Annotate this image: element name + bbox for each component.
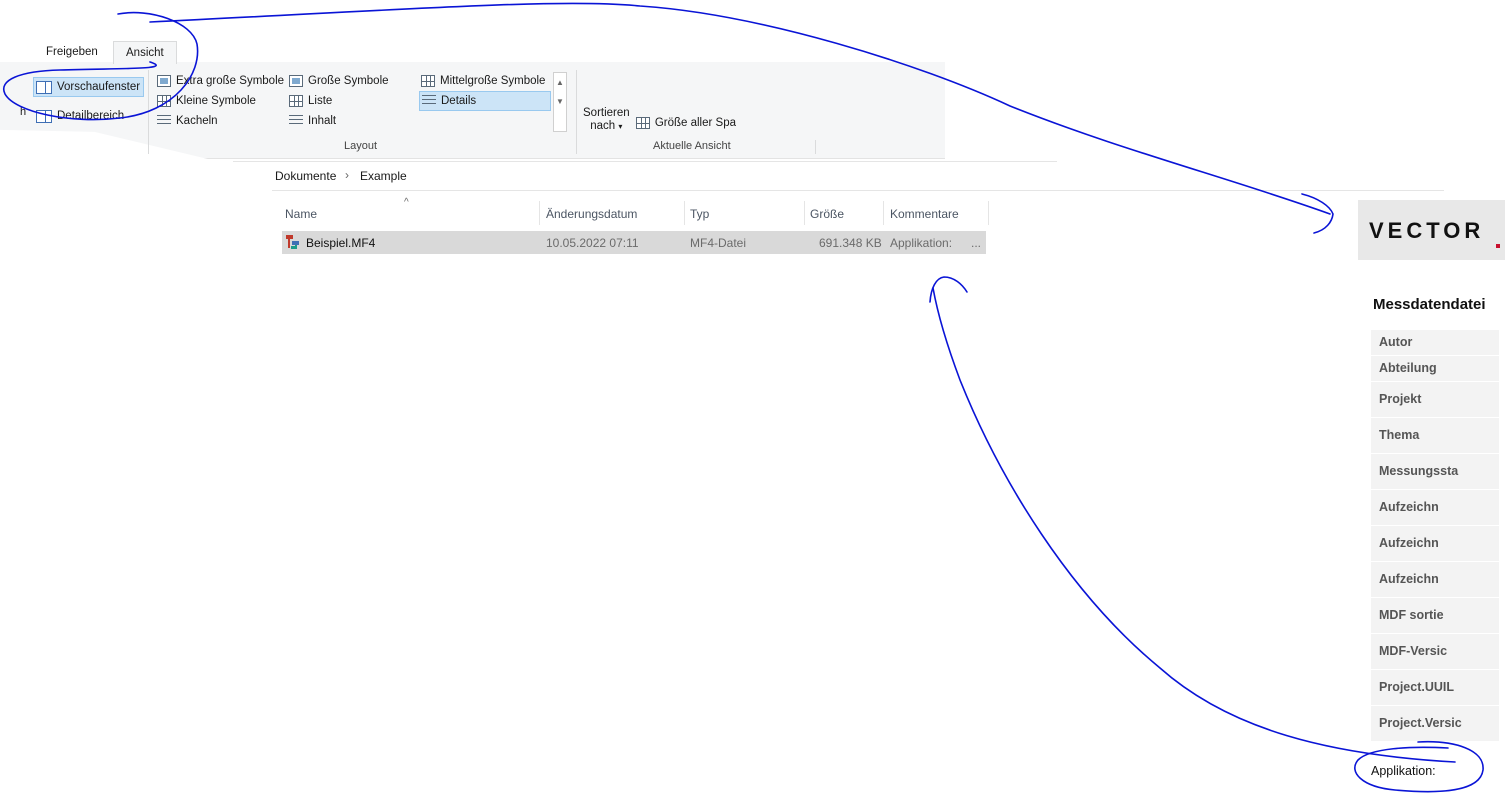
layout-details[interactable]: Details [419,91,551,111]
sort-by-button[interactable]: Sortieren nach ▾ [583,107,630,133]
group-separator [815,140,816,154]
chevron-up-icon: ▲ [556,78,564,87]
column-separator[interactable] [988,201,989,225]
preview-row-label: Thema [1371,418,1499,454]
file-comment: Applikation: [890,236,953,250]
details-pane-button[interactable]: Detailbereich [36,107,124,125]
layout-extra-large-icons[interactable]: Extra große Symbole [157,72,284,90]
layout-list[interactable]: Liste [289,92,332,110]
sort-ascending-icon: ^ [404,197,409,208]
preview-row-label: Autor [1371,330,1499,356]
column-header-date[interactable]: Änderungsdatum [546,207,637,221]
column-separator[interactable] [539,201,540,225]
column-separator[interactable] [804,201,805,225]
preview-pane: VECTOR Messdatendatei Autor Abteilung Pr… [1358,200,1505,807]
list-view-icon [289,95,303,107]
layout-label: Große Symbole [308,75,389,87]
layout-medium-icons[interactable]: Mittelgroße Symbole [421,72,545,90]
preview-row-label: MDF-Versic [1371,634,1499,670]
address-divider [233,161,1057,162]
preview-pane-label: Vorschaufenster [57,81,141,93]
file-type: MF4-Datei [690,236,747,250]
vector-logo-accent [1496,244,1500,248]
chevron-down-icon: ▾ [618,122,623,131]
column-separator[interactable] [684,201,685,225]
file-date: 10.05.2022 07:11 [546,236,639,250]
preview-row-label: Messungssta [1371,454,1499,490]
layout-group-label: Layout [344,140,378,152]
preview-title: Messdatendatei [1373,296,1486,313]
layout-gallery-scroll[interactable]: ▲ ▼ [553,72,567,132]
annotation-arrowhead-top [1301,193,1334,234]
breadcrumb-item-dokumente[interactable]: Dokumente [275,169,336,183]
sort-by-label-2: nach [590,120,616,132]
mf4-file-icon [286,235,299,249]
tab-freigeben[interactable]: Freigeben [34,41,110,63]
preview-row-label: Abteilung [1371,356,1499,382]
tiles-icon [157,115,171,127]
fit-columns-icon [636,117,650,129]
preview-row-label: Aufzeichn [1371,526,1499,562]
details-view-icon [422,95,436,107]
layout-label: Extra große Symbole [176,75,285,87]
tab-ansicht[interactable]: Ansicht [113,41,177,64]
small-icons-icon [157,95,171,107]
preview-pane-icon [36,80,52,94]
layout-content[interactable]: Inhalt [289,112,336,130]
large-icons-icon [289,75,303,87]
details-pane-label: Detailbereich [57,110,125,122]
fit-columns-label: Größe aller Spa [654,117,736,129]
group-separator [576,70,577,154]
details-pane-icon [36,109,52,123]
fit-all-columns-button[interactable]: Größe aller Spa [636,114,736,132]
column-separator[interactable] [883,201,884,225]
layout-label: Liste [308,95,333,107]
preview-row-label: Projekt [1371,382,1499,418]
preview-pane-button[interactable]: Vorschaufenster [33,77,145,97]
layout-large-icons[interactable]: Große Symbole [289,72,389,90]
preview-row-label: MDF sortie [1371,598,1499,634]
preview-row-label: Project.Versic [1371,706,1499,742]
layout-small-icons[interactable]: Kleine Symbole [157,92,256,110]
preview-footer-label: Applikation: [1371,764,1436,778]
vector-logo: VECTOR [1369,218,1485,243]
column-header-size[interactable]: Größe [810,207,844,221]
preview-metadata-table: Autor Abteilung Projekt Thema Messungsst… [1371,330,1499,742]
preview-row-label: Aufzeichn [1371,562,1499,598]
column-header-comment[interactable]: Kommentare [890,207,959,221]
file-size: 691.348 KB [819,236,882,250]
current-view-group-label: Aktuelle Ansicht [653,140,731,152]
layout-tiles[interactable]: Kacheln [157,112,218,130]
chevron-down-icon: ▼ [556,97,564,106]
layout-label: Inhalt [308,115,337,127]
layout-label: Kleine Symbole [176,95,256,107]
file-name[interactable]: Beispiel.MF4 [306,236,375,250]
medium-icons-icon [421,75,435,87]
extra-large-icons-icon [157,75,171,87]
preview-row-label: Aufzeichn [1371,490,1499,526]
layout-label: Details [441,95,477,107]
cut-off-label: h [20,106,27,118]
layout-label: Mittelgroße Symbole [440,75,546,87]
preview-row-label: Project.UUIL [1371,670,1499,706]
column-header-name[interactable]: Name [285,207,317,221]
layout-label: Kacheln [176,115,218,127]
content-view-icon [289,115,303,127]
annotation-arrowhead-bottom [929,276,968,303]
breadcrumb-item-example[interactable]: Example [360,169,407,183]
sort-by-label: Sortieren [583,107,630,119]
breadcrumb-divider [272,190,1444,191]
breadcrumb-separator-icon: › [345,168,349,182]
file-comment-more: ... [971,236,982,250]
group-separator [148,70,149,154]
column-header-type[interactable]: Typ [690,207,709,221]
